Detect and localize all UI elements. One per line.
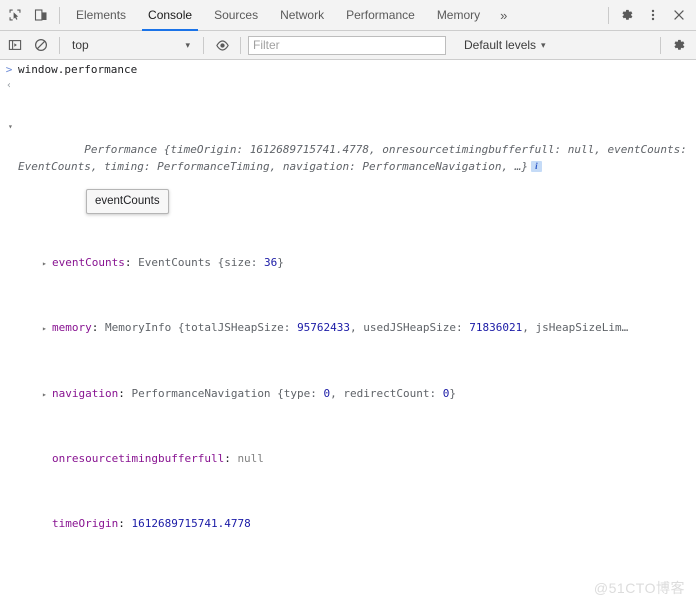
- info-badge-icon[interactable]: i: [530, 160, 542, 172]
- property-colon: :: [118, 517, 132, 531]
- property-value-number: 36: [263, 256, 278, 270]
- property-tooltip: eventCounts: [86, 189, 169, 215]
- tab-performance[interactable]: Performance: [335, 0, 426, 31]
- property-colon: :: [224, 451, 238, 465]
- watermark-label: @51CTO博客: [593, 579, 685, 596]
- devtools-window: Elements Console Sources Network Perform…: [0, 0, 696, 601]
- property-value-preview: PerformanceNavigation {type:: [131, 386, 324, 400]
- clear-console-icon[interactable]: [28, 32, 54, 58]
- device-toolbar-icon[interactable]: [28, 2, 54, 28]
- tab-memory[interactable]: Memory: [426, 0, 491, 31]
- console-settings-gear-icon[interactable]: [666, 32, 692, 58]
- property-value-tail: }: [277, 256, 284, 270]
- property-value: null: [237, 451, 264, 465]
- property-colon: :: [91, 321, 105, 335]
- execution-context-selector[interactable]: top ▾: [65, 35, 198, 55]
- filter-divider-1: [59, 36, 60, 54]
- console-sidebar-toggle-icon[interactable]: [2, 32, 28, 58]
- object-header-block[interactable]: ▾ Performance {timeOrigin: 1612689715741…: [8, 110, 692, 190]
- filter-divider-2: [203, 36, 204, 54]
- expand-triangle-icon[interactable]: ▸: [42, 255, 52, 272]
- expand-triangle-placeholder: ▸: [42, 451, 52, 468]
- property-value-tail-2: }: [449, 386, 457, 400]
- collapse-triangle-icon[interactable]: ▾: [42, 598, 52, 601]
- property-name: timeOrigin: [52, 517, 119, 531]
- toolbar-divider-right: [608, 6, 609, 24]
- property-tooltip-text: eventCounts: [95, 195, 160, 207]
- console-command-text: window.performance: [18, 63, 138, 76]
- filter-divider-3: [240, 36, 241, 54]
- property-value-tail: , usedJSHeapSize:: [350, 321, 470, 335]
- settings-gear-icon[interactable]: [614, 2, 640, 28]
- property-colon: :: [118, 386, 132, 400]
- property-value-number-2: 71836021: [469, 321, 523, 335]
- property-name: eventCounts: [52, 256, 125, 270]
- log-levels-label: Default levels: [464, 38, 537, 52]
- console-result-body: ▾ Performance {timeOrigin: 1612689715741…: [8, 78, 692, 601]
- console-filter-input[interactable]: Filter: [248, 35, 446, 55]
- close-devtools-icon[interactable]: [666, 2, 692, 28]
- property-name: navigation: [52, 386, 119, 400]
- property-colon: :: [124, 256, 139, 270]
- command-prompt-icon: >: [5, 63, 13, 76]
- more-tabs-label: »: [500, 7, 508, 23]
- console-command-row: > window.performance: [0, 62, 696, 78]
- main-toolbar: Elements Console Sources Network Perform…: [0, 0, 696, 31]
- property-value-number: 95762433: [297, 321, 351, 335]
- property-row-eventCounts[interactable]: ▸ eventCounts: EventCounts {size: 36}: [18, 255, 692, 272]
- tab-elements-label: Elements: [76, 8, 127, 22]
- property-value-preview: EventCounts {size:: [138, 256, 264, 270]
- object-preview-line1-prefix: Performance {timeOrigin:: [84, 143, 250, 157]
- expand-triangle-icon[interactable]: ▸: [42, 320, 52, 337]
- property-value-tail: , redirectCount:: [330, 386, 443, 400]
- execution-context-label: top: [72, 38, 89, 52]
- property-row-memory[interactable]: ▸ memory: MemoryInfo {totalJSHeapSize: 9…: [18, 320, 692, 337]
- more-tabs-icon[interactable]: »: [491, 0, 516, 31]
- tab-memory-label: Memory: [436, 8, 481, 22]
- property-row-timeOrigin[interactable]: ▸ timeOrigin: 1612689715741.4778: [18, 516, 692, 533]
- tab-sources-label: Sources: [214, 8, 259, 22]
- property-name: memory: [52, 321, 92, 335]
- tab-network[interactable]: Network: [269, 0, 335, 31]
- object-preview-timeorigin-value: 1612689715741.4778: [249, 143, 370, 157]
- tab-console-label: Console: [148, 8, 193, 22]
- expand-triangle-placeholder: ▸: [42, 516, 52, 533]
- property-value-tail-2: , jsHeapSizeLim…: [522, 321, 629, 335]
- filter-divider-4: [660, 36, 661, 54]
- property-row-onresourcetimingbufferfull[interactable]: ▸ onresourcetimingbufferfull: null: [18, 451, 692, 468]
- tab-network-label: Network: [280, 8, 325, 22]
- object-preview-line1-suffix: , onresourcetimingbufferfull: null, even…: [369, 143, 668, 157]
- property-row-timing[interactable]: ▾ timing: PerformanceTiming: [18, 598, 692, 601]
- live-expression-eye-icon[interactable]: [209, 32, 235, 58]
- response-arrow-icon: ‹: [5, 80, 13, 92]
- property-value-preview: MemoryInfo {totalJSHeapSize:: [105, 321, 298, 335]
- tab-elements[interactable]: Elements: [65, 0, 137, 31]
- tab-sources[interactable]: Sources: [203, 0, 269, 31]
- panel-tabs: Elements Console Sources Network Perform…: [65, 0, 603, 31]
- expand-triangle-icon[interactable]: ▾: [8, 118, 18, 135]
- toolbar-divider: [59, 6, 60, 24]
- more-options-icon[interactable]: [640, 2, 666, 28]
- tab-performance-label: Performance: [346, 8, 415, 22]
- expand-triangle-icon[interactable]: ▸: [42, 386, 52, 403]
- property-value: 1612689715741.4778: [131, 517, 251, 531]
- main-toolbar-right: [603, 2, 692, 28]
- console-result-row: ‹ ▾ Performance {timeOrigin: 16126897157…: [0, 78, 696, 601]
- property-name: onresourcetimingbufferfull: [52, 451, 225, 465]
- chevron-down-icon: ▾: [541, 39, 546, 50]
- inspect-element-icon[interactable]: [2, 2, 28, 28]
- tab-console[interactable]: Console: [137, 0, 203, 31]
- log-levels-selector[interactable]: Default levels ▾: [464, 38, 546, 52]
- console-filter-toolbar: top ▾ Filter Default levels ▾: [0, 31, 696, 60]
- chevron-down-icon: ▾: [185, 39, 190, 50]
- console-filter-placeholder: Filter: [253, 38, 280, 52]
- property-row-navigation[interactable]: ▸ navigation: PerformanceNavigation {typ…: [18, 386, 692, 403]
- console-message-list[interactable]: > window.performance ‹ ▾ Performance {ti…: [0, 60, 696, 601]
